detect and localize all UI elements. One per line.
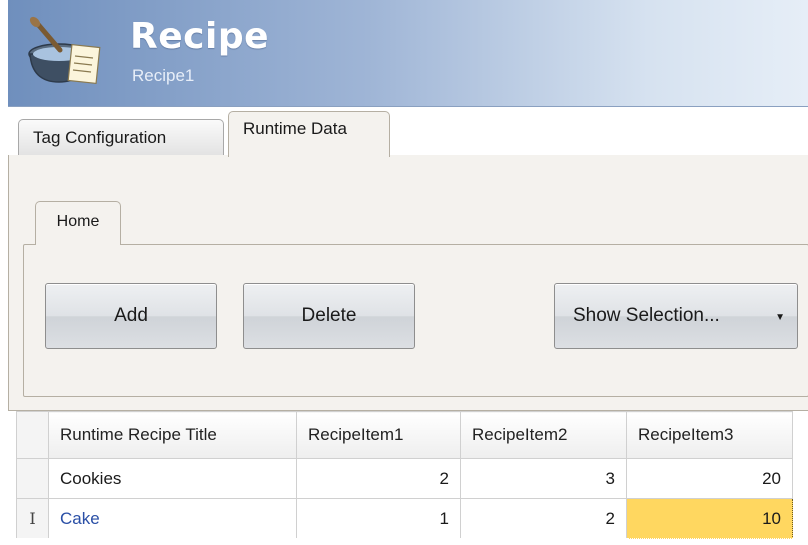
delete-button-label: Delete	[301, 305, 357, 326]
tab-tag-configuration[interactable]: Tag Configuration	[18, 119, 224, 156]
page-subtitle: Recipe1	[132, 66, 195, 85]
delete-button[interactable]: Delete	[243, 283, 415, 349]
table-cell[interactable]: 2	[460, 498, 627, 539]
text-cursor-icon: I	[29, 508, 36, 528]
table-row[interactable]: I Cake 1 2 10	[16, 498, 793, 539]
tab-runtime-data[interactable]: Runtime Data	[228, 111, 390, 157]
add-button[interactable]: Add	[45, 283, 217, 349]
triangle-down-icon[interactable]: ▼	[775, 312, 785, 323]
table-cell[interactable]: 20	[626, 458, 793, 499]
recipe-header: Recipe Recipe1	[8, 0, 808, 107]
show-selection-label: Show Selection...	[573, 305, 720, 326]
add-button-label: Add	[114, 305, 148, 326]
table-cell[interactable]: 1	[296, 498, 461, 539]
recipe-pot-icon	[28, 16, 101, 85]
table-row[interactable]: Cookies 2 3 20	[16, 458, 793, 499]
recipe-table: Runtime Recipe Title RecipeItem1 RecipeI…	[16, 411, 793, 539]
row-header[interactable]: I	[16, 498, 49, 539]
ribbon-panel: Add Delete Show Selection... ▼	[23, 244, 808, 397]
selected-table-cell[interactable]: 10	[626, 498, 793, 539]
table-header-row: Runtime Recipe Title RecipeItem1 RecipeI…	[16, 411, 793, 459]
row-header[interactable]	[16, 458, 49, 499]
row-header-corner	[16, 411, 49, 459]
table-cell[interactable]: Cookies	[48, 458, 297, 499]
column-header[interactable]: RecipeItem3	[626, 411, 793, 459]
runtime-data-panel: Home Add Delete Show Selection... ▼	[8, 155, 808, 410]
page-title: Recipe	[130, 16, 270, 57]
main-tabbar: Tag Configuration Runtime Data	[8, 107, 808, 157]
show-selection-dropdown[interactable]: Show Selection... ▼	[554, 283, 798, 349]
column-header[interactable]: RecipeItem2	[460, 411, 627, 459]
column-header[interactable]: Runtime Recipe Title	[48, 411, 297, 459]
recipe-grid: Runtime Recipe Title RecipeItem1 RecipeI…	[8, 410, 808, 545]
table-cell[interactable]: Cake	[48, 498, 297, 539]
table-cell[interactable]: 3	[460, 458, 627, 499]
table-cell[interactable]: 2	[296, 458, 461, 499]
column-header[interactable]: RecipeItem1	[296, 411, 461, 459]
ribbon-tab-home[interactable]: Home	[35, 201, 121, 245]
